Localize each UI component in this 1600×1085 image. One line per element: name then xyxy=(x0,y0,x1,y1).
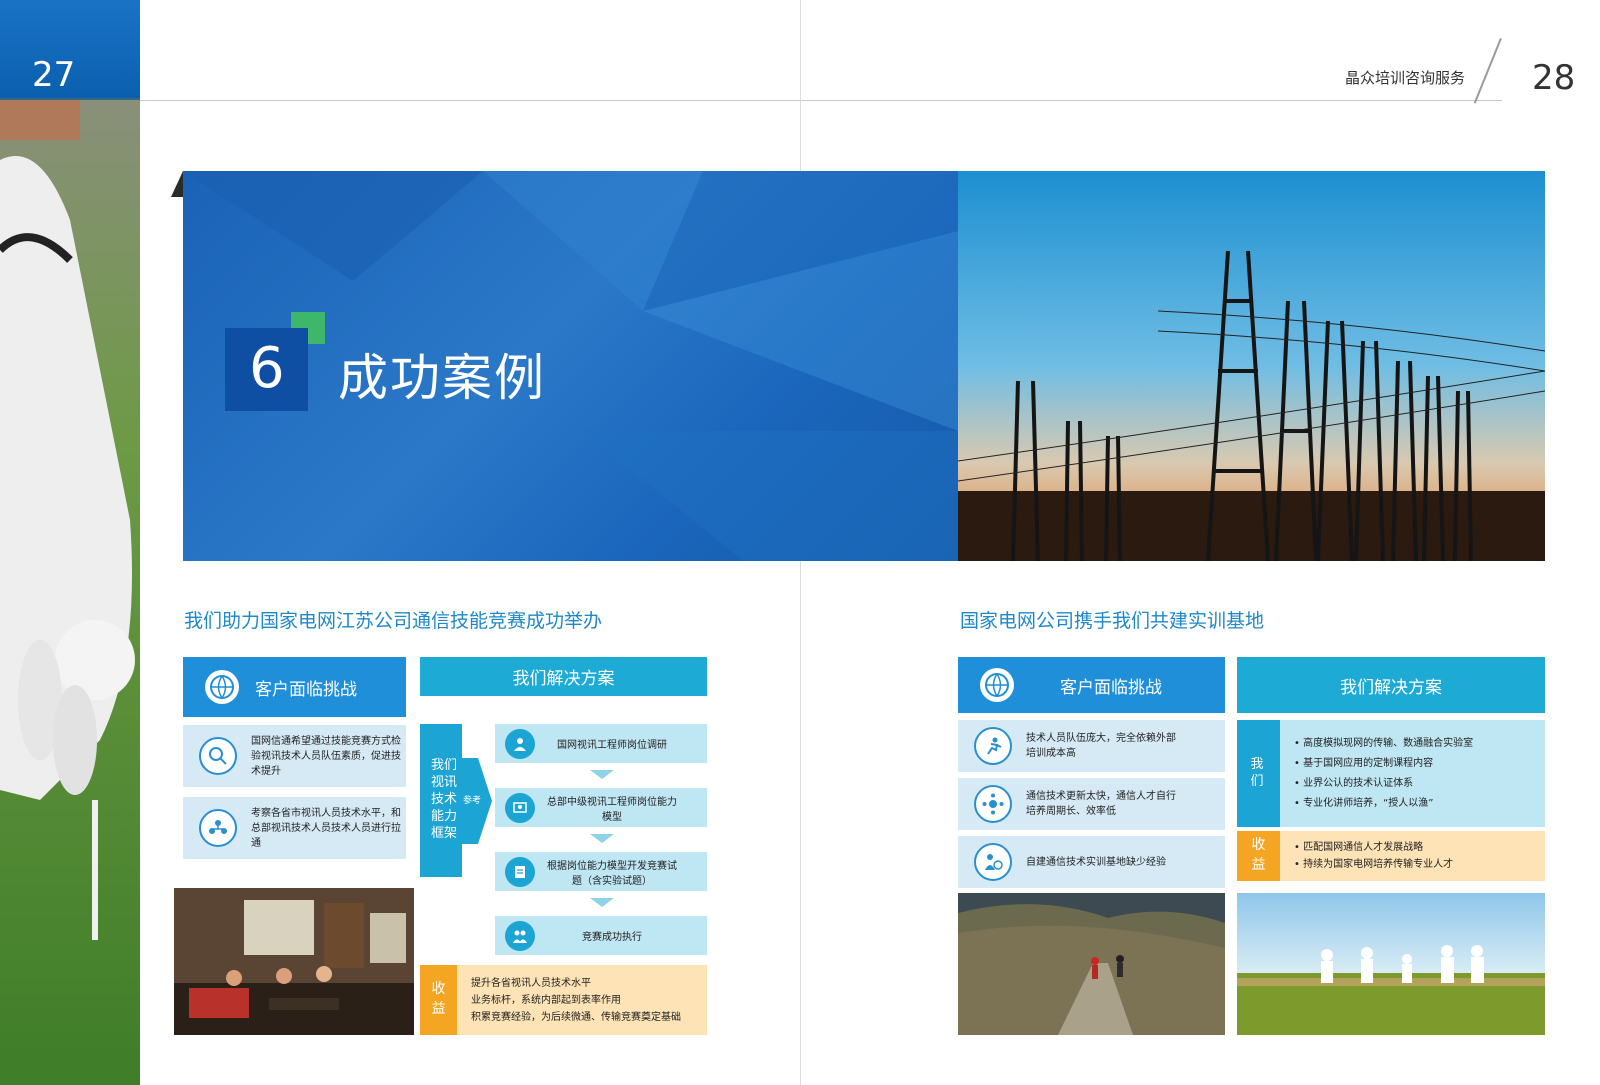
right-challenge-row: 通信技术更新太快，通信人才自行培养周期长、效率低 xyxy=(958,778,1225,830)
header-rule-right xyxy=(800,100,1502,101)
golf-glove-photo xyxy=(0,100,140,1085)
down-arrow-icon xyxy=(590,770,614,779)
baseball-players-photo xyxy=(1237,893,1545,1035)
solution-step-text-2: 总部中级视讯工程师岗位能力模型 xyxy=(547,796,677,823)
search-person-icon xyxy=(199,737,237,775)
right-case-title: 国家电网公司携手我们共建实训基地 xyxy=(960,610,1265,632)
left-benefit-list: 提升各省视讯人员技术水平 业务标杆，系统内部起到表率作用 积累竞赛经验，为后续微… xyxy=(457,965,707,1035)
right-challenge-text-3: 自建通信技术实训基地缺少经验 xyxy=(1026,856,1166,868)
solution-step-text-1: 国网视讯工程师岗位调研 xyxy=(557,740,667,751)
network-icon xyxy=(974,785,1012,823)
left-solution-header: 我们解决方案 xyxy=(420,657,707,696)
right-solution-header: 我们解决方案 xyxy=(1237,657,1545,713)
left-challenge-header: 客户面临挑战 xyxy=(183,657,406,717)
right-benefit-item: • 持续为国家电网培养传输专业人才 xyxy=(1294,859,1454,870)
left-margin-photo xyxy=(0,0,140,1085)
down-arrow-icon xyxy=(590,898,614,907)
section-title: 成功案例 xyxy=(338,349,546,407)
left-challenge-text-1: 国网信通希望通过技能竞赛方式检验视讯技术人员队伍素质，促进技术提升 xyxy=(251,735,401,777)
globe-icon xyxy=(980,668,1014,702)
right-benefit-item: • 匹配国网通信人才发展战略 xyxy=(1294,842,1424,853)
right-challenge-row: 技术人员队伍庞大，完全依赖外部培训成本高 xyxy=(958,720,1225,772)
left-challenge-header-label: 客户面临挑战 xyxy=(255,679,357,700)
company-name: 晶众培训咨询服务 xyxy=(1345,69,1466,87)
globe-icon xyxy=(205,670,239,704)
left-challenge-text-2: 考察各省市视讯人员技术水平，和总部视讯技术人员技术人员进行拉通 xyxy=(251,807,401,849)
left-case-title: 我们助力国家电网江苏公司通信技能竞赛成功举办 xyxy=(184,610,603,632)
right-benefit-list: • 匹配国网通信人才发展战略 • 持续为国家电网培养传输专业人才 xyxy=(1280,831,1545,881)
left-benefit-label: 收益 xyxy=(420,965,457,1035)
header-slash-divider xyxy=(1473,38,1502,104)
right-challenge-text-2: 通信技术更新太快，通信人才自行培养周期长、效率低 xyxy=(1026,791,1176,817)
left-benefit-item: 提升各省视讯人员技术水平 xyxy=(471,977,591,989)
left-benefit-item: 积累竞赛经验，为后续微通、传输竞赛奠定基础 xyxy=(471,1011,681,1023)
solution-step: 国网视讯工程师岗位调研 xyxy=(495,724,707,763)
right-benefit-label: 收益 xyxy=(1237,831,1280,881)
people-icon xyxy=(505,920,535,951)
right-solution-item: • 业界公认的技术认证体系 xyxy=(1294,777,1414,789)
power-tower-photo xyxy=(958,171,1545,561)
right-solution-header-label: 我们解决方案 xyxy=(1340,677,1442,698)
page-number-right: 28 xyxy=(1532,58,1576,98)
solution-step: 总部中级视讯工程师岗位能力模型 xyxy=(495,788,707,827)
solution-step: 根据岗位能力模型开发竞赛试题（含实验试题） xyxy=(495,852,707,891)
right-challenge-row: 自建通信技术实训基地缺少经验 xyxy=(958,836,1225,888)
cyclists-landscape-illustration xyxy=(958,893,1225,1035)
right-challenge-header: 客户面临挑战 xyxy=(958,657,1225,713)
clock-person-icon xyxy=(974,843,1012,881)
solution-step: 竞赛成功执行 xyxy=(495,916,707,955)
down-arrow-icon xyxy=(590,834,614,843)
meeting-room-photo xyxy=(174,888,414,1035)
left-benefit-item: 业务标杆，系统内部起到表率作用 xyxy=(471,994,621,1006)
right-challenge-text-1: 技术人员队伍庞大，完全依赖外部培训成本高 xyxy=(1026,733,1176,759)
left-benefit-label-text: 收益 xyxy=(431,981,446,1017)
left-challenge-row: 考察各省市视讯人员技术水平，和总部视讯技术人员技术人员进行拉通 xyxy=(183,797,406,859)
solution-step-text-3: 根据岗位能力模型开发竞赛试题（含实验试题） xyxy=(547,860,677,887)
model-icon xyxy=(505,792,535,823)
right-solution-list: • 高度模拟现网的传输、数通融合实验室 • 基于国网应用的定制课程内容 • 业界… xyxy=(1280,720,1545,827)
banner-corner-fold xyxy=(171,171,183,197)
framework-label-text: 我们视讯技术能力框架 xyxy=(431,758,458,841)
engineer-icon xyxy=(505,728,535,759)
framework-label: 我们视讯技术能力框架 xyxy=(420,724,462,877)
right-solution-item: • 专业化讲师培养，“授人以渔” xyxy=(1294,797,1434,809)
we-label: 我们 xyxy=(1237,720,1280,827)
right-challenge-header-label: 客户面临挑战 xyxy=(1060,677,1162,698)
right-benefit-label-text: 收益 xyxy=(1251,837,1266,873)
left-solution-header-label: 我们解决方案 xyxy=(512,669,615,689)
cyclists-landscape-photo xyxy=(958,893,1225,1035)
meeting-room-illustration xyxy=(174,888,414,1035)
we-label-text: 我们 xyxy=(1250,756,1264,789)
section-number: 6 xyxy=(249,336,285,401)
page-number-left: 27 xyxy=(32,55,76,95)
power-tower-illustration xyxy=(958,171,1545,561)
runner-icon xyxy=(974,727,1012,765)
exam-icon xyxy=(505,856,535,887)
baseball-players-illustration xyxy=(1237,893,1545,1035)
right-solution-item: • 高度模拟现网的传输、数通融合实验室 xyxy=(1294,737,1474,749)
right-solution-item: • 基于国网应用的定制课程内容 xyxy=(1294,757,1434,769)
team-icon xyxy=(199,809,237,847)
header-rule-left xyxy=(140,100,800,101)
solution-step-text-4: 竞赛成功执行 xyxy=(582,932,642,943)
left-challenge-row: 国网信通希望通过技能竞赛方式检验视讯技术人员队伍素质，促进技术提升 xyxy=(183,725,406,787)
reference-label: 参考 xyxy=(463,796,482,806)
